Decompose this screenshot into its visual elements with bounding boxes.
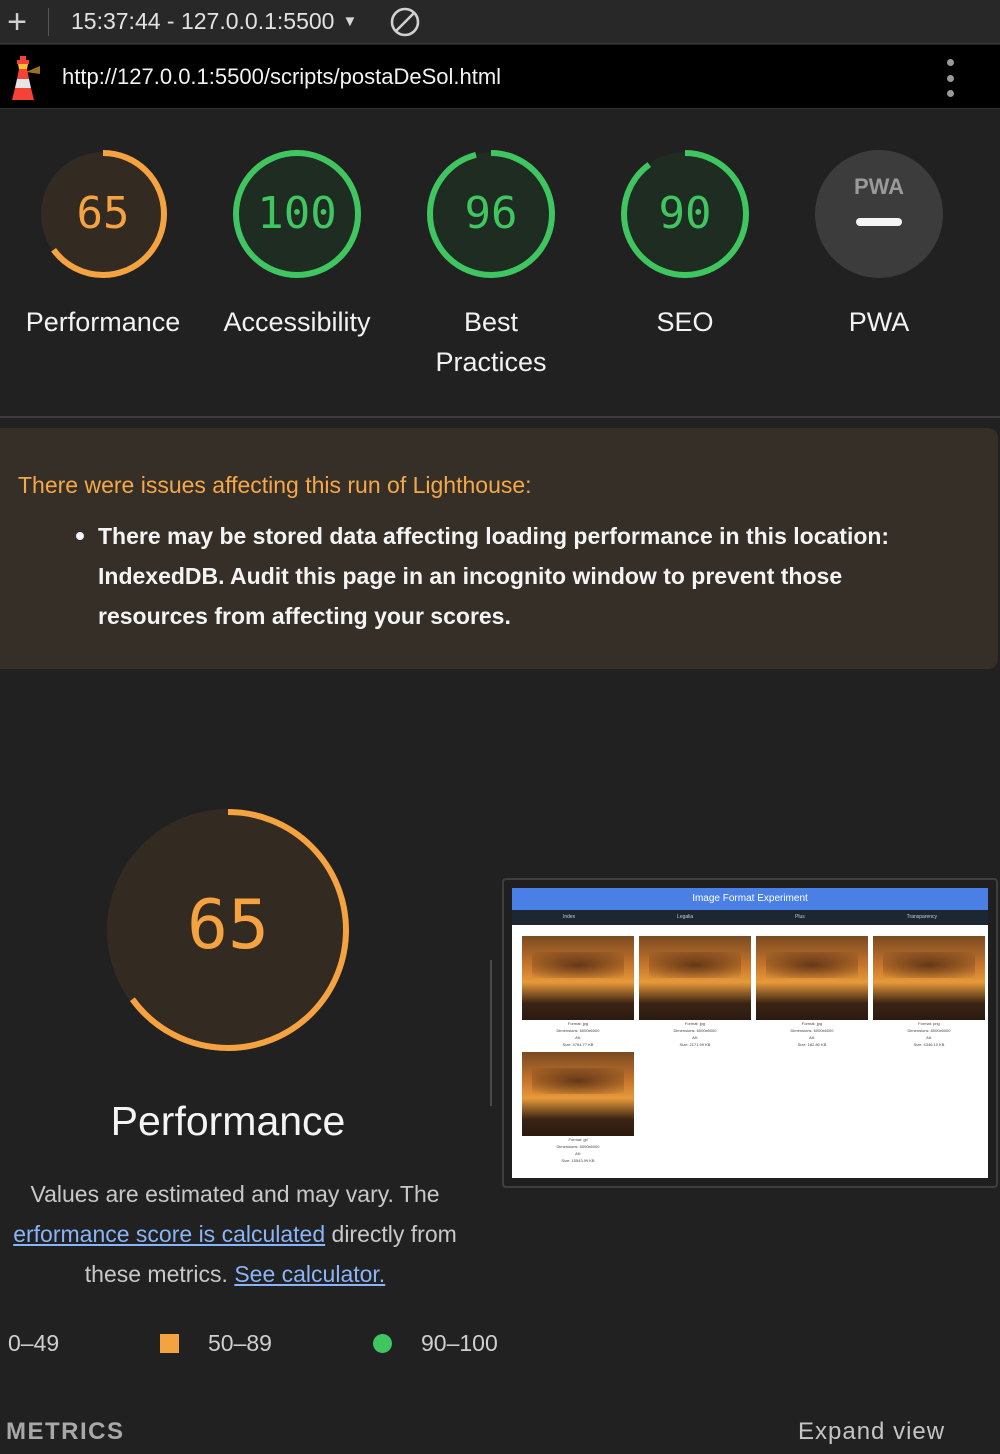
devtools-toolbar: + 15:37:44 - 127.0.0.1:5500 ▼ [0,0,1000,44]
expand-view-toggle[interactable]: Expand view [798,1418,945,1446]
metrics-heading: METRICS [6,1418,125,1445]
best-practices-gauge-ring: 96 [427,150,555,278]
pwa-label: PWA [848,307,910,337]
performance-score: 65 [77,188,130,239]
desc-text-1: Values are estimated and may vary. The [30,1181,440,1207]
best-practices-label: Best Practices [435,307,547,377]
new-report-button[interactable]: + [0,5,34,39]
runtime-warning: There were issues affecting this run of … [0,428,998,669]
gauge-accessibility[interactable]: 100 Accessibility [202,148,392,342]
sunset-image [522,1052,634,1136]
screenshot-card: Format: gif Dimensions: 6000x6000 Alt: Size… [522,1052,634,1164]
performance-big-score: 65 [187,886,269,965]
screenshot-nav-item: Transparency [906,914,938,920]
card-caption: Format: png Dimensions: 6000x6000 Alt: Size… [907,1021,951,1047]
pwa-badge-icon: PWA [815,150,943,278]
warning-item: There may be stored data affecting loadi… [76,516,958,636]
report-selector-label: 15:37:44 - 127.0.0.1:5500 [71,8,335,34]
gauge-pwa[interactable]: PWA PWA [784,148,974,342]
final-screenshot[interactable]: Image Format Experiment Index Legalia Pl… [502,878,998,1188]
pwa-badge-text: PWA [854,174,904,199]
performance-description: Values are estimated and may vary. The e… [0,1174,480,1294]
seo-gauge-ring: 90 [621,150,749,278]
sunset-image [756,936,868,1020]
screenshot-card: Format: jpg Dimensions: 6000x6000 Alt: Size… [756,936,868,1048]
card-caption: Format: jpg Dimensions: 6000x6000 Alt: Size… [673,1021,717,1047]
toolbar-divider [48,7,49,36]
card-caption: Format: jpg Dimensions: 6000x6000 Alt: Size… [790,1021,834,1047]
gauge-performance[interactable]: 65 Performance [8,148,198,342]
report-url-bar: http://127.0.0.1:5500/scripts/postaDeSol… [0,45,1000,109]
legend-pass-label: 90–100 [421,1330,498,1356]
screenshot-header: Image Format Experiment [512,888,988,910]
see-calculator-link[interactable]: See calculator. [234,1261,385,1287]
warning-title: There were issues affecting this run of … [18,472,532,498]
screenshot-page: Image Format Experiment Index Legalia Pl… [512,888,988,1178]
accessibility-label: Accessibility [223,307,371,337]
warning-list: There may be stored data affecting loadi… [76,516,958,636]
caret-down-icon: ▼ [342,13,358,30]
clear-icon[interactable] [389,6,421,38]
legend-average-label: 50–89 [208,1330,272,1356]
performance-title: Performance [110,1098,346,1144]
gauge-best-practices[interactable]: 96 Best Practices [396,148,586,382]
divider-line [490,960,492,1106]
accessibility-gauge-ring: 100 [233,150,361,278]
report-selector[interactable]: 15:37:44 - 127.0.0.1:5500 ▼ [71,8,357,35]
gauge-seo[interactable]: 90 SEO [590,148,780,342]
screenshot-nav: Index Legalia Plus Transparency [512,910,988,925]
performance-big-gauge: 65 [107,809,349,1051]
screenshot-nav-item: Legalia [677,914,694,920]
more-options-icon[interactable] [938,59,962,97]
legend-average: 50–89 [160,1330,272,1357]
screenshot-nav-item: Index [562,914,576,920]
screenshot-card: Format: png Dimensions: 6000x6000 Alt: Size… [873,936,985,1048]
lighthouse-logo-icon [12,55,40,100]
accessibility-score: 100 [257,188,336,239]
seo-label: SEO [656,307,714,337]
screenshot-nav-item: Plus [795,914,805,920]
legend-fail-label: 0–49 [8,1330,60,1356]
performance-label: Performance [25,307,181,337]
green-circle-icon [373,1334,392,1353]
seo-score: 90 [659,188,712,239]
orange-square-icon [160,1334,179,1353]
performance-gauge-ring: 65 [39,150,167,278]
legend-fail: 0–49 [8,1330,59,1357]
screenshot-card: Format: jpg Dimensions: 6000x6000 Alt: Size… [639,936,751,1048]
sunset-image [522,936,634,1020]
sunset-image [873,936,985,1020]
screenshot-card: Format: jpg Dimensions: 6000x6000 Alt: Size… [522,936,634,1048]
report-url[interactable]: http://127.0.0.1:5500/scripts/postaDeSol… [62,64,501,90]
card-caption: Format: jpg Dimensions: 6000x6000 Alt: Size… [556,1021,600,1047]
score-scale-legend: 0–49 50–89 90–100 [0,1330,520,1360]
best-practices-score: 96 [465,188,518,239]
score-calculated-link[interactable]: erformance score is calculated [13,1221,325,1247]
score-gauges: 65 Performance 100 Accessibility 96 Best… [0,110,1000,418]
sunset-image [639,936,751,1020]
legend-pass: 90–100 [373,1330,498,1357]
card-caption: Format: gif Dimensions: 6000x6000 Alt: Size… [556,1137,600,1163]
